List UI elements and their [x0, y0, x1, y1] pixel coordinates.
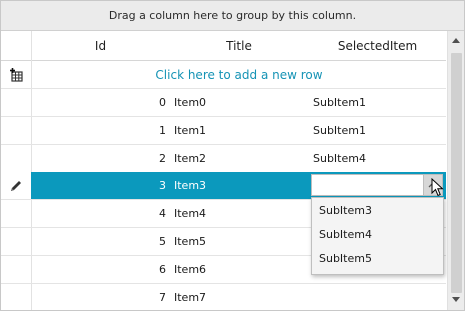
scroll-down-arrow-icon[interactable]: [452, 297, 460, 302]
scroll-up-arrow-icon[interactable]: [452, 38, 460, 43]
cell-title[interactable]: Item7: [174, 284, 294, 310]
row-indicator: [1, 228, 31, 255]
row-indicator: [1, 200, 31, 227]
cell-id[interactable]: 6: [32, 256, 166, 283]
column-header-selected-item-label: SelectedItem: [337, 38, 418, 53]
row-indicator-header: [1, 31, 31, 60]
cell-id[interactable]: 0: [32, 89, 166, 116]
scrollbar-thumb[interactable]: [451, 53, 462, 293]
add-new-row-link[interactable]: Click here to add a new row: [32, 61, 446, 88]
cell-title[interactable]: Item1: [174, 117, 294, 144]
column-header-selected-item[interactable]: SelectedItem: [309, 31, 446, 60]
dropdown-option[interactable]: SubItem3: [312, 198, 443, 222]
row-indicator: [1, 89, 31, 116]
row-indicator: [1, 145, 31, 172]
column-header-row: Id Title SelectedItem: [1, 31, 446, 61]
cell-id[interactable]: 7: [32, 284, 166, 310]
cell-id[interactable]: 4: [32, 200, 166, 227]
row-indicator: [1, 117, 31, 144]
column-header-title[interactable]: Title: [170, 31, 308, 60]
pencil-icon: [1, 172, 31, 199]
cell-selected-item[interactable]: SubItem1: [313, 117, 443, 144]
cell-id[interactable]: 1: [32, 117, 166, 144]
cell-title[interactable]: Item2: [174, 145, 294, 172]
cell-title[interactable]: Item5: [174, 228, 294, 255]
cell-selected-item[interactable]: SubItem1: [313, 89, 443, 116]
cell-title[interactable]: Item3: [174, 172, 294, 199]
table-row[interactable]: 7 Item7: [1, 284, 446, 310]
add-row-grid-icon: [1, 61, 31, 88]
cell-title[interactable]: Item0: [174, 89, 294, 116]
cell-selected-item[interactable]: SubItem4: [313, 145, 443, 172]
selected-item-dropdown-list: SubItem3 SubItem4 SubItem5: [311, 197, 444, 275]
cell-id[interactable]: 2: [32, 145, 166, 172]
table-row[interactable]: 2 Item2 SubItem4: [1, 145, 446, 173]
column-header-id-label: Id: [94, 38, 107, 53]
cell-id[interactable]: 5: [32, 228, 166, 255]
column-header-id[interactable]: Id: [32, 31, 169, 60]
row-indicator: [1, 284, 31, 310]
table-row[interactable]: 0 Item0 SubItem1: [1, 89, 446, 117]
mouse-pointer-icon: [431, 177, 445, 201]
dropdown-option[interactable]: SubItem4: [312, 222, 443, 246]
column-header-title-label: Title: [226, 38, 252, 53]
cell-title[interactable]: Item6: [174, 256, 294, 283]
dropdown-option[interactable]: SubItem5: [312, 246, 443, 270]
vertical-scrollbar[interactable]: [447, 31, 464, 310]
group-by-hint: Drag a column here to group by this colu…: [108, 9, 357, 22]
table-row[interactable]: 1 Item1 SubItem1: [1, 117, 446, 145]
data-grid: Drag a column here to group by this colu…: [0, 0, 465, 311]
cell-title[interactable]: Item4: [174, 200, 294, 227]
cell-id[interactable]: 3: [32, 172, 166, 199]
group-by-panel[interactable]: Drag a column here to group by this colu…: [1, 1, 464, 31]
selected-item-combobox[interactable]: [311, 174, 443, 196]
row-indicator: [1, 256, 31, 283]
add-new-row[interactable]: Click here to add a new row: [1, 61, 446, 89]
